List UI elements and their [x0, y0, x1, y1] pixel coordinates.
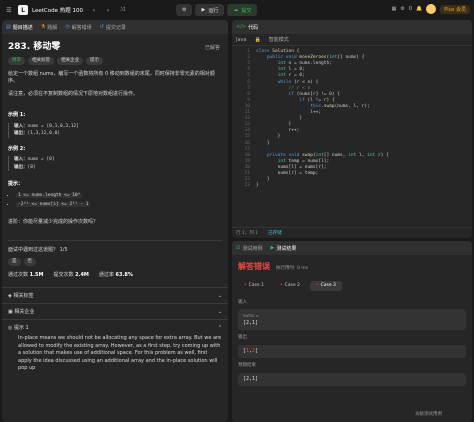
output-label: 输出: [238, 335, 247, 340]
next-icon[interactable]: ›: [103, 5, 113, 15]
expected-box: [2,1]: [238, 372, 466, 386]
yes-button[interactable]: 是: [8, 257, 21, 266]
page-title: 283. 移动零: [8, 42, 61, 52]
clock-icon: ◷: [65, 24, 70, 30]
constraints-heading: 提示：: [8, 181, 24, 187]
code-tabs: </> 代码: [232, 20, 472, 34]
leetcode-logo[interactable]: L: [18, 5, 28, 15]
companies-chip[interactable]: 相关企业: [57, 56, 83, 65]
building-icon: ▣: [8, 309, 13, 315]
layout-icon[interactable]: ▦: [392, 6, 397, 12]
description-note: 请注意，必须在不复制数组的情况下原地对数组进行操作。: [8, 90, 139, 97]
check-icon: ☑: [236, 245, 241, 251]
tab-description[interactable]: ▤ 题目描述: [6, 24, 33, 31]
tab-solutions[interactable]: ⚗ 题解: [41, 24, 58, 31]
code-icon: </>: [236, 24, 247, 30]
tab-wrong-answer[interactable]: ◷ 解答错误: [65, 24, 91, 31]
history-icon: ↺: [99, 24, 104, 30]
upload-icon: ☁: [233, 7, 239, 13]
line-number: 23: [244, 183, 250, 189]
constraint-2: -2³¹ <= nums[i] <= 2³¹ - 1: [16, 202, 91, 207]
saved-status: 已存储: [268, 231, 282, 236]
result-status: 解答错误: [238, 262, 270, 271]
input-box: nums = [2,1]: [238, 309, 466, 330]
case-1-tab[interactable]: • Case 1: [238, 281, 270, 291]
code-toolbar: Java 🔒 智能模式: [232, 34, 472, 46]
description-text: 给定一个数组 nums，编写一个函数将所有 0 移动到数组的末尾，同时保持非零元…: [8, 70, 215, 85]
prev-icon[interactable]: ‹: [89, 5, 99, 15]
test-tabs: ☑ 测试用例 ▶ 测试结果: [232, 241, 472, 255]
runtime: 执行用时: 0 ms: [276, 266, 308, 271]
case-3-tab[interactable]: • Case 3: [309, 280, 342, 291]
example-1: 输入：nums = [0,1,0,3,12] 输出：[1,3,12,0,0]: [8, 122, 222, 138]
terminal-icon: ▶: [270, 245, 275, 251]
input-value: [2,1]: [243, 319, 259, 326]
flask-icon: ⚗: [40, 24, 46, 30]
expected-label: 预期结果: [238, 363, 256, 368]
tag-icon: ◈: [8, 293, 12, 299]
no-button[interactable]: 否: [23, 257, 36, 266]
run-button[interactable]: ▶ 运行: [195, 4, 225, 16]
example-2: 输入：nums = [0] 输出：[0]: [8, 156, 222, 171]
related-companies-section[interactable]: ▣ 相关企业 ⌄: [2, 303, 228, 319]
chevron-up-icon: ⌃: [217, 324, 222, 331]
code-editor[interactable]: 1 class Solution {2 public void moveZeroe…: [232, 46, 472, 188]
top-bar: ☰ L LeetCode 热题 100 ‹ › ⤨ ⚙ ▶ 运行 ☁ 提交 ▦ ⚙ …: [0, 0, 474, 20]
related-tags-section[interactable]: ◈ 相关标签 ⌄: [2, 287, 228, 303]
code-panel: </> 代码 Java 🔒 智能模式 1 class Solution {2 pub…: [232, 20, 472, 238]
bell-icon[interactable]: 🔔: [416, 6, 422, 12]
hint-1-text: In-place means we should not be allocati…: [18, 335, 222, 371]
hint-chip[interactable]: 提示: [86, 56, 103, 65]
doc-icon: ▤: [6, 24, 11, 30]
debug-button[interactable]: ⚙: [176, 4, 193, 16]
plus-button[interactable]: Plus 会员: [440, 4, 470, 14]
expected-value: [2,1]: [243, 375, 259, 382]
example-2-heading: 示例 2:: [8, 145, 26, 152]
submit-button[interactable]: ☁ 提交: [227, 4, 258, 16]
tab-submissions[interactable]: ↺ 提交记录: [100, 24, 126, 31]
input-label: 输入: [238, 299, 247, 305]
interview-question: 面试中遇到过这道题？ 1/5: [8, 247, 68, 253]
code-line: }: [256, 183, 259, 189]
description-tabs: ▤ 题目描述 ⚗ 题解 ◷ 解答错误 ↺ 提交记录: [2, 20, 228, 34]
solved-badge: 已解答: [204, 45, 220, 51]
bug-icon: ⚙: [182, 7, 187, 13]
tab-code[interactable]: </> 代码: [236, 24, 258, 31]
hint-1-section[interactable]: ◎ 提示 1 ⌃: [2, 319, 228, 335]
language-select[interactable]: Java: [236, 37, 247, 43]
description-panel: ▤ 题目描述 ⚗ 题解 ◷ 解答错误 ↺ 提交记录 已解答 283. 移动零 简单 相关…: [2, 20, 228, 422]
output-value: [1,2]: [243, 347, 259, 354]
problem-list-title[interactable]: LeetCode 热题 100: [32, 6, 83, 14]
tags-chip[interactable]: 相关标签: [28, 56, 54, 65]
case-2-tab[interactable]: • Case 2: [274, 281, 306, 291]
tab-test-result[interactable]: ▶ 测试结果: [271, 245, 297, 252]
menu-icon[interactable]: ☰: [4, 5, 14, 15]
play-icon: ▶: [201, 7, 206, 13]
chevron-down-icon: ⌄: [217, 308, 222, 315]
smart-mode[interactable]: 智能模式: [269, 36, 289, 43]
editor-status: 行 1，列 1 已存储: [232, 227, 472, 238]
avatar[interactable]: [426, 4, 437, 14]
settings-icon[interactable]: ⚙: [400, 6, 404, 12]
output-box: [1,2]: [238, 344, 466, 358]
shuffle-icon[interactable]: ⤨: [117, 5, 127, 15]
contribute-testcase-link[interactable]: 贡献测试用例: [415, 411, 442, 417]
tab-testcase[interactable]: ☑ 测试用例: [236, 245, 263, 252]
constraint-1: 1 <= nums.length <= 10⁴: [16, 192, 83, 198]
follow-up: 进阶：你能尽量减少完成的操作次数吗？: [8, 218, 99, 225]
bulb-icon: ◎: [8, 325, 13, 331]
stats: 通过次数 1.5M 提交次数 2.4M 通过率 63.8%: [8, 271, 133, 278]
test-panel: ☑ 测试用例 ▶ 测试结果 解答错误 执行用时: 0 ms • Case 1 • Cas…: [232, 241, 472, 422]
streak-count: 0: [408, 6, 412, 12]
difficulty-badge: 简单: [8, 56, 25, 65]
lock-icon: 🔒: [254, 36, 261, 43]
code-line: }: [256, 140, 270, 146]
chevron-down-icon: ⌄: [217, 292, 222, 299]
example-1-heading: 示例 1:: [8, 112, 26, 118]
